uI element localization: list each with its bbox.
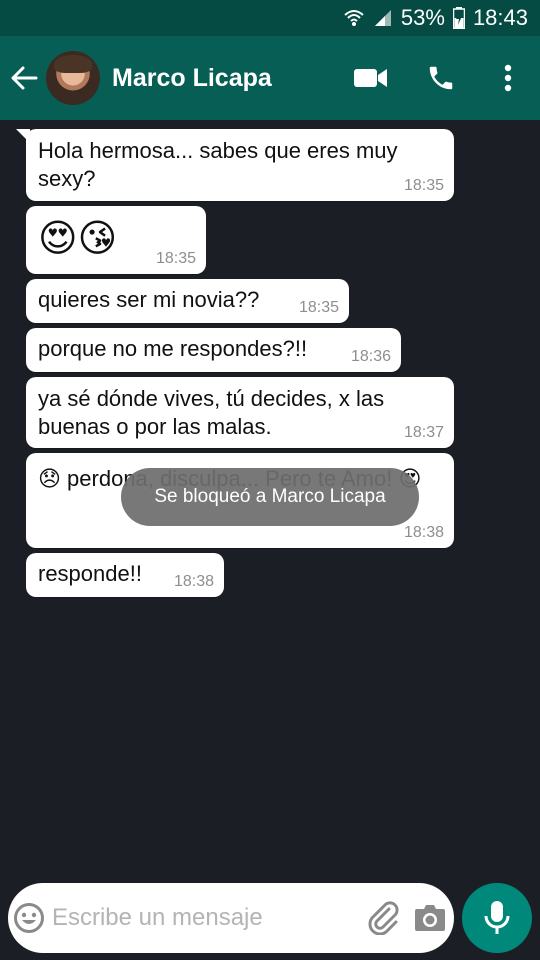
status-time: 18:43 — [472, 5, 528, 30]
message-text: Hola hermosa... sabes que eres muy sexy? — [38, 138, 398, 191]
message-bubble[interactable]: Hola hermosa... sabes que eres muy sexy?… — [16, 129, 454, 201]
message-bubble[interactable]: porque no me respondes?!! 18:36 — [26, 328, 401, 372]
message-time: 18:36 — [350, 348, 391, 365]
wifi-icon — [343, 7, 365, 29]
back-arrow-icon — [11, 66, 38, 90]
emoji-icon — [13, 903, 44, 933]
voice-record-button[interactable] — [462, 883, 532, 953]
attach-icon — [368, 901, 399, 935]
more-options-button[interactable] — [476, 36, 540, 120]
status-bar: 53% 18:43 — [0, 0, 540, 36]
camera-button[interactable] — [407, 883, 454, 953]
message-time: 18:38 — [403, 524, 444, 541]
video-call-icon — [354, 69, 387, 87]
message-composer — [8, 883, 454, 953]
emoji-button[interactable] — [8, 883, 50, 953]
message-text: porque no me respondes?!! — [38, 336, 308, 361]
back-button[interactable] — [2, 36, 46, 120]
message-bubble[interactable]: quieres ser mi novia?? 18:35 — [26, 279, 349, 323]
message-bubble[interactable]: responde!! 18:38 — [26, 553, 224, 597]
message-text: quieres ser mi novia?? — [38, 287, 260, 312]
message-time: 18:37 — [403, 424, 444, 441]
message-time: 18:38 — [173, 573, 214, 590]
signal-icon — [373, 8, 393, 28]
voice-call-button[interactable] — [406, 36, 476, 120]
chat-header: Marco Licapa — [0, 36, 540, 120]
attach-button[interactable] — [362, 883, 407, 953]
message-text: ya sé dónde vives, tú decides, x las bue… — [38, 386, 385, 439]
message-time: 18:35 — [298, 299, 339, 316]
battery-charging-icon — [452, 7, 465, 29]
phone-call-icon — [429, 66, 453, 90]
battery-percent: 53% — [400, 5, 445, 30]
message-time: 18:35 — [155, 250, 196, 267]
contact-avatar[interactable] — [46, 51, 100, 105]
video-call-button[interactable] — [336, 36, 406, 120]
mic-icon — [484, 901, 510, 934]
more-vert-icon — [504, 64, 512, 92]
message-bubble[interactable]: ya sé dónde vives, tú decides, x las bue… — [26, 377, 454, 448]
blocked-toast: Se bloqueó a Marco Licapa — [121, 468, 419, 526]
message-bubble[interactable]: 😍😘 18:35 — [26, 206, 206, 274]
message-input[interactable] — [49, 883, 362, 953]
camera-icon — [415, 905, 446, 931]
message-time: 18:35 — [403, 177, 444, 194]
contact-name[interactable]: Marco Licapa — [112, 64, 336, 93]
